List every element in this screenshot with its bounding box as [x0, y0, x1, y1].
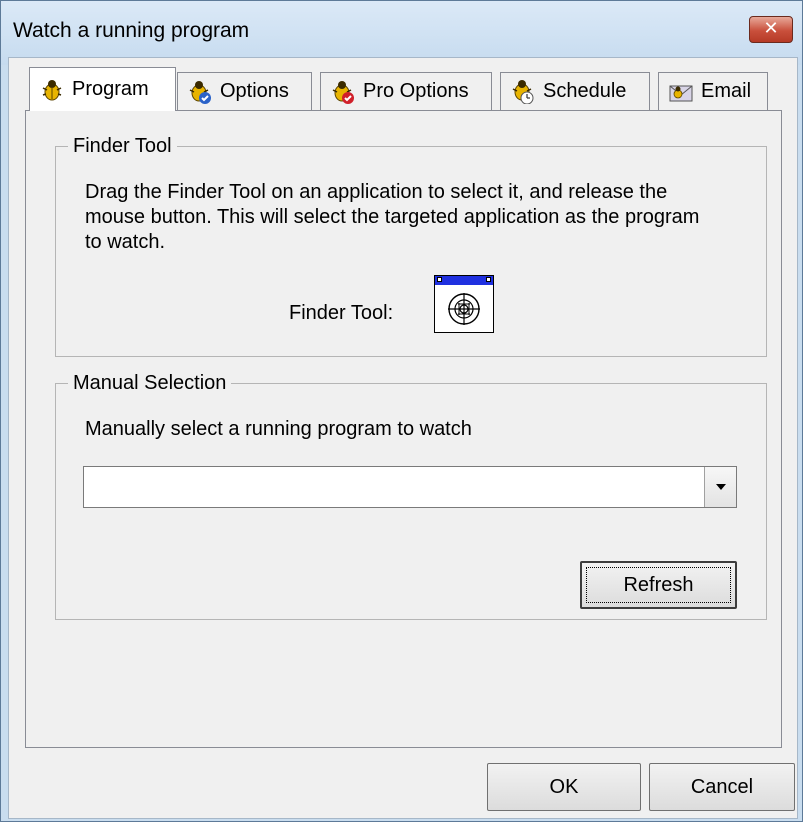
ok-button-label: OK [549, 776, 579, 798]
tab-label: Program [72, 78, 149, 100]
tab-label: Options [220, 80, 289, 102]
tab-options[interactable]: Options [177, 72, 312, 110]
tab-schedule[interactable]: Schedule [500, 72, 650, 110]
finder-description-line: mouse button. This will select the targe… [85, 206, 700, 228]
cancel-button[interactable]: Cancel [649, 763, 795, 811]
dialog-client: Program Options Pro Options Schedule Ema [8, 57, 798, 819]
bug-icon [40, 78, 64, 102]
program-select-combobox[interactable] [83, 466, 737, 508]
title-bar[interactable]: Watch a running program ✕ [1, 1, 802, 65]
manual-selection-group: Manual Selection Manually select a runni… [55, 372, 767, 620]
dialog-window: Watch a running program ✕ Program Option… [0, 0, 803, 822]
tab-pro-options[interactable]: Pro Options [320, 72, 492, 110]
cancel-button-label: Cancel [690, 776, 754, 798]
chevron-down-icon[interactable] [704, 467, 736, 507]
refresh-button[interactable]: Refresh [580, 561, 737, 609]
finder-tool-target[interactable] [434, 275, 494, 333]
focus-rectangle [586, 567, 731, 603]
email-icon [669, 80, 693, 104]
tab-label: Email [701, 80, 752, 102]
bug-check-icon [188, 80, 212, 104]
finder-description-line: Drag the Finder Tool on an application t… [85, 181, 668, 203]
close-button[interactable]: ✕ [749, 16, 793, 43]
finder-tool-group: Finder Tool Drag the Finder Tool on an a… [55, 135, 767, 357]
bug-red-icon [331, 80, 355, 104]
finder-tool-label: Finder Tool: [289, 302, 394, 324]
group-title-manual: Manual Selection [68, 372, 232, 394]
close-icon: ✕ [763, 18, 779, 39]
finder-description: Drag the Finder Tool on an application t… [85, 180, 699, 255]
manual-description: Manually select a running program to wat… [85, 418, 472, 440]
window-title: Watch a running program [13, 19, 250, 42]
tab-label: Pro Options [363, 80, 469, 102]
tab-panel-program: Finder Tool Drag the Finder Tool on an a… [25, 110, 782, 748]
tab-email[interactable]: Email [658, 72, 768, 110]
bug-clock-icon [511, 79, 535, 104]
ok-button[interactable]: OK [487, 763, 641, 811]
tab-program[interactable]: Program [29, 67, 176, 111]
tab-label: Schedule [543, 80, 627, 102]
group-title-finder: Finder Tool [68, 135, 177, 157]
finder-description-line: to watch. [85, 231, 166, 253]
